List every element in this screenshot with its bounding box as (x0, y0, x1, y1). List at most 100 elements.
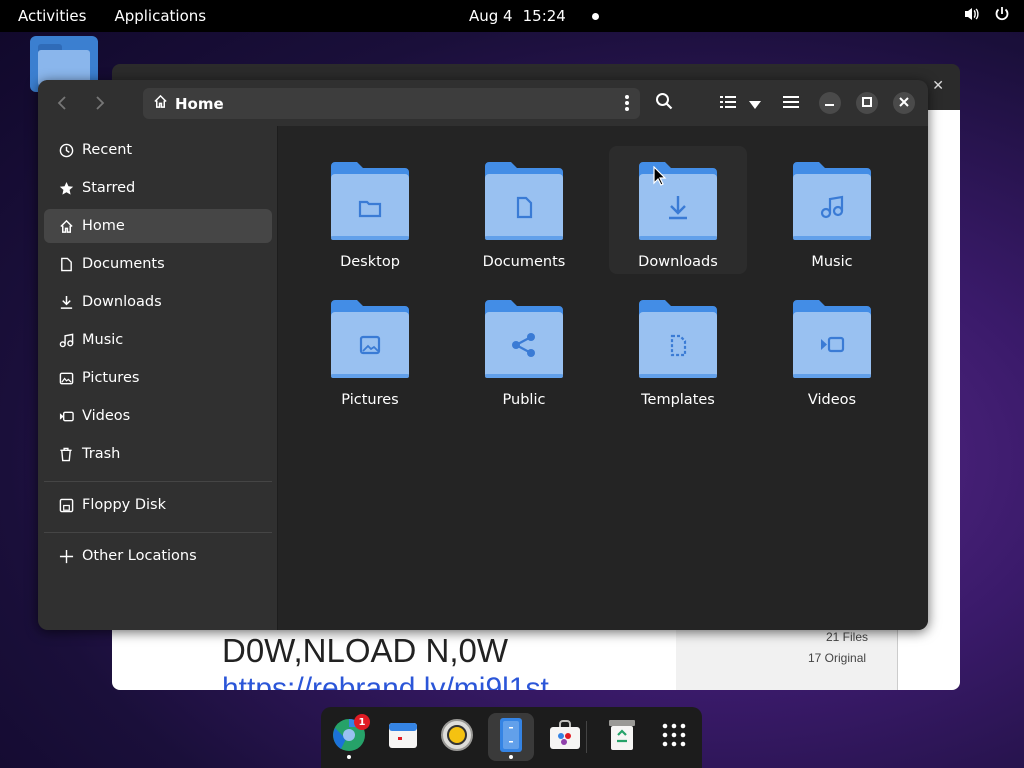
document-icon (58, 256, 74, 272)
dock-calendar[interactable] (380, 713, 426, 761)
page-headline: D0W,NLOAD N,0W (222, 632, 509, 669)
sidebar-item-home[interactable]: Home (44, 209, 272, 243)
places-sidebar: Recent Starred Home Documents Downloads … (38, 126, 278, 630)
trash-icon (58, 446, 74, 462)
dock-separator (586, 721, 587, 753)
sidebar-item-music[interactable]: Music (44, 323, 272, 357)
applications-menu[interactable]: Applications (100, 0, 220, 32)
sidebar-item-pictures[interactable]: Pictures (44, 361, 272, 395)
dock-music-player[interactable] (434, 713, 480, 761)
folder-label: Templates (641, 392, 715, 408)
folder-icon (331, 162, 409, 240)
sidebar-item-floppy-disk[interactable]: Floppy Disk (44, 488, 272, 522)
page-link[interactable]: https://rebrand.ly/mj9l1st (222, 672, 549, 690)
dock-file-manager[interactable] (488, 713, 534, 761)
back-button[interactable] (48, 90, 76, 116)
sidebar-item-label: Starred (82, 180, 136, 196)
clock-time: 15:24 (522, 7, 566, 25)
video-icon (58, 408, 74, 424)
sidebar-separator (44, 481, 272, 482)
folder-label: Music (811, 254, 853, 270)
folder-label: Downloads (638, 254, 718, 270)
sidebar-item-label: Floppy Disk (82, 497, 166, 513)
running-indicator (347, 755, 351, 759)
clock[interactable]: Aug 4 15:24 (469, 0, 599, 32)
folder-icon (639, 300, 717, 378)
list-view-button[interactable] (716, 88, 740, 118)
sidebar-item-label: Home (82, 218, 125, 234)
folder-label: Public (502, 392, 546, 408)
power-icon[interactable] (994, 6, 1010, 26)
dock-software-store[interactable] (542, 713, 588, 761)
folder-templates[interactable]: Templates (609, 284, 747, 412)
forward-button[interactable] (86, 90, 114, 116)
minimize-icon (825, 97, 835, 110)
sidebar-item-label: Pictures (82, 370, 140, 386)
original-count-text: 17 Original (808, 651, 867, 665)
folder-icon (639, 162, 717, 240)
folder-grid: Desktop Documents Downloads Music Pictur… (278, 126, 928, 630)
dock: 1 (321, 707, 702, 768)
home-icon (58, 218, 74, 234)
calendar-icon (388, 720, 418, 754)
folder-icon (485, 300, 563, 378)
volume-icon[interactable] (964, 6, 980, 26)
sidebar-item-trash[interactable]: Trash (44, 437, 272, 471)
star-icon (58, 180, 74, 196)
music-icon (58, 332, 74, 348)
top-bar: Activities Applications Aug 4 15:24 (0, 0, 1024, 32)
activities-button[interactable]: Activities (0, 0, 100, 32)
kebab-menu-icon[interactable] (624, 93, 630, 117)
sidebar-item-downloads[interactable]: Downloads (44, 285, 272, 319)
sidebar-item-recent[interactable]: Recent (44, 133, 272, 167)
folder-desktop[interactable]: Desktop (301, 146, 439, 274)
folder-documents[interactable]: Documents (455, 146, 593, 274)
folder-pictures[interactable]: Pictures (301, 284, 439, 412)
folder-videos[interactable]: Videos (763, 284, 901, 412)
view-options-button[interactable] (744, 88, 766, 118)
sidebar-item-videos[interactable]: Videos (44, 399, 272, 433)
main-menu-button[interactable] (778, 88, 804, 118)
sidebar-item-label: Music (82, 332, 124, 348)
folder-label: Documents (482, 254, 566, 270)
folder-music[interactable]: Music (763, 146, 901, 274)
sidebar-item-documents[interactable]: Documents (44, 247, 272, 281)
folder-label: Pictures (341, 392, 399, 408)
dock-browser[interactable]: 1 (326, 713, 372, 761)
sidebar-item-other-locations[interactable]: Other Locations (44, 539, 272, 573)
folder-public[interactable]: Public (455, 284, 593, 412)
list-view-icon (720, 94, 736, 113)
folder-icon (793, 162, 871, 240)
recycle-bin-icon (608, 719, 636, 755)
dock-recycle-bin[interactable] (599, 713, 645, 761)
minimize-button[interactable] (819, 92, 841, 114)
running-indicator (509, 755, 513, 759)
clock-date: Aug 4 (469, 7, 513, 25)
path-label: Home (175, 94, 224, 113)
close-icon[interactable]: ✕ (932, 78, 944, 94)
close-icon (899, 96, 909, 110)
folder-label: Desktop (340, 254, 400, 270)
folder-downloads[interactable]: Downloads (609, 146, 747, 274)
store-bag-icon (549, 720, 581, 754)
maximize-button[interactable] (856, 92, 878, 114)
dock-app-grid[interactable] (651, 713, 697, 761)
home-icon (153, 94, 168, 113)
file-manager-window[interactable]: Home Recent Starred Home Documents Downl… (38, 80, 928, 630)
maximize-icon (862, 96, 872, 110)
search-button[interactable] (650, 88, 678, 118)
header-bar: Home (38, 80, 928, 126)
sidebar-item-starred[interactable]: Starred (44, 171, 272, 205)
close-button[interactable] (893, 92, 915, 114)
path-bar[interactable]: Home (143, 88, 640, 119)
folder-label: Videos (807, 392, 857, 408)
notification-badge: 1 (354, 714, 370, 730)
mouse-cursor-icon (653, 166, 667, 186)
clock-icon (58, 142, 74, 158)
picture-icon (58, 370, 74, 386)
file-manager-icon (499, 717, 523, 757)
chevron-down-icon (749, 94, 761, 113)
system-tray[interactable] (964, 0, 1010, 32)
sidebar-item-label: Other Locations (82, 548, 197, 564)
speaker-icon (440, 718, 474, 756)
